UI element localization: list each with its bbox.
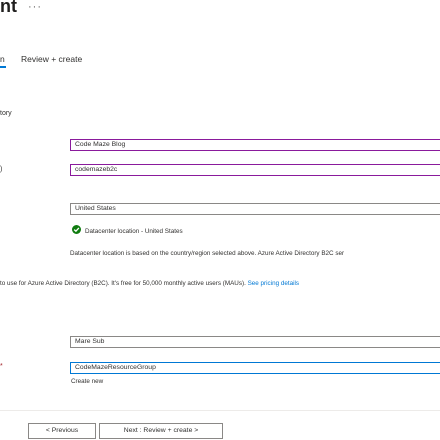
subscription-select[interactable]: Mare Sub (70, 336, 440, 348)
next-review-create-button[interactable]: Next : Review + create > (99, 423, 223, 439)
subscription-note: to use for Azure Active Directory (B2C).… (0, 280, 246, 287)
pricing-details-link[interactable]: See pricing details (248, 280, 299, 287)
create-new-link[interactable]: Create new (71, 378, 103, 385)
datacenter-status: Datacenter location - United States (85, 228, 183, 235)
datacenter-note: Datacenter location is based on the coun… (70, 250, 345, 257)
previous-button[interactable]: < Previous (28, 423, 96, 439)
required-indicator: * (0, 363, 3, 370)
domain-name-input[interactable]: codemazeb2c (70, 164, 440, 176)
domain-name-label: ) (0, 166, 3, 173)
success-check-icon (72, 225, 81, 234)
page-title: nt (0, 0, 17, 16)
more-options-icon[interactable]: ··· (28, 1, 42, 13)
resource-group-select[interactable]: CodeMazeResourceGroup (70, 362, 440, 374)
section-label: tory (0, 110, 12, 117)
tab-review-create[interactable]: Review + create (21, 54, 82, 64)
footer-divider (0, 410, 440, 411)
organization-name-input[interactable]: Code Maze Blog (70, 139, 440, 151)
country-select[interactable]: United States (70, 203, 440, 215)
active-tab-indicator (0, 66, 6, 68)
tab-basics[interactable]: n (0, 54, 5, 64)
